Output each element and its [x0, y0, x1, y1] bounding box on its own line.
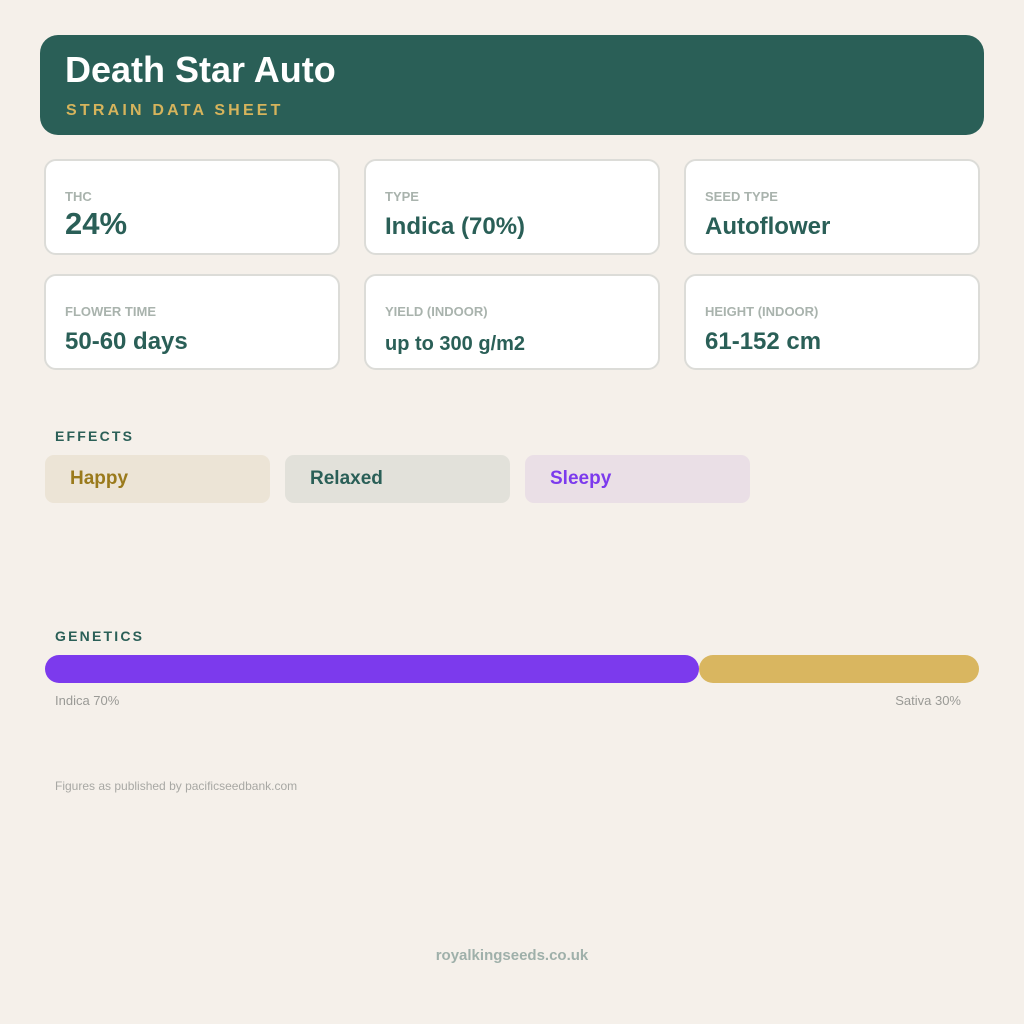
stat-card-type: TYPE Indica (70%) [364, 159, 660, 255]
stat-card-height-indoor: HEIGHT (INDOOR) 61-152 cm [684, 274, 980, 370]
header-banner: Death Star Auto STRAIN DATA SHEET [40, 35, 984, 135]
stat-card-thc: THC 24% [44, 159, 340, 255]
effects-section-label: EFFECTS [55, 428, 135, 444]
stat-label: THC [65, 189, 92, 204]
effect-pill-relaxed: Relaxed [285, 455, 510, 503]
page-title: Death Star Auto [65, 49, 336, 90]
genetics-bar [45, 655, 979, 683]
stat-value: up to 300 g/m2 [385, 333, 526, 355]
footer-site: royalkingseeds.co.uk [435, 947, 589, 964]
stat-value: Autoflower [705, 213, 831, 240]
stat-card-flower-time: FLOWER TIME 50-60 days [44, 274, 340, 370]
effect-label: Happy [70, 468, 129, 489]
genetics-sativa-caption: Sativa 30% [895, 693, 961, 708]
stat-value: 50-60 days [65, 328, 188, 355]
stat-label: SEED TYPE [705, 189, 778, 204]
effect-label: Sleepy [550, 468, 612, 489]
source-note: Figures as published by pacificseedbank.… [55, 779, 298, 793]
genetics-bar-indica [45, 655, 699, 683]
effect-pill-happy: Happy [45, 455, 270, 503]
stat-card-yield-indoor: YIELD (INDOOR) up to 300 g/m2 [364, 274, 660, 370]
genetics-bar-sativa [699, 655, 979, 683]
stat-value: 61-152 cm [705, 328, 822, 355]
stat-label: HEIGHT (INDOOR) [705, 304, 819, 319]
stat-label: YIELD (INDOOR) [385, 304, 488, 319]
genetics-section-label: GENETICS [55, 628, 145, 644]
genetics-indica-caption: Indica 70% [55, 693, 120, 708]
page-subtitle: STRAIN DATA SHEET [66, 102, 284, 119]
effect-label: Relaxed [310, 468, 383, 489]
stat-label: FLOWER TIME [65, 304, 156, 319]
stat-value: Indica (70%) [385, 213, 526, 240]
stat-label: TYPE [385, 189, 419, 204]
stat-value: 24% [65, 206, 128, 241]
stat-card-seed-type: SEED TYPE Autoflower [684, 159, 980, 255]
effect-pill-sleepy: Sleepy [525, 455, 750, 503]
